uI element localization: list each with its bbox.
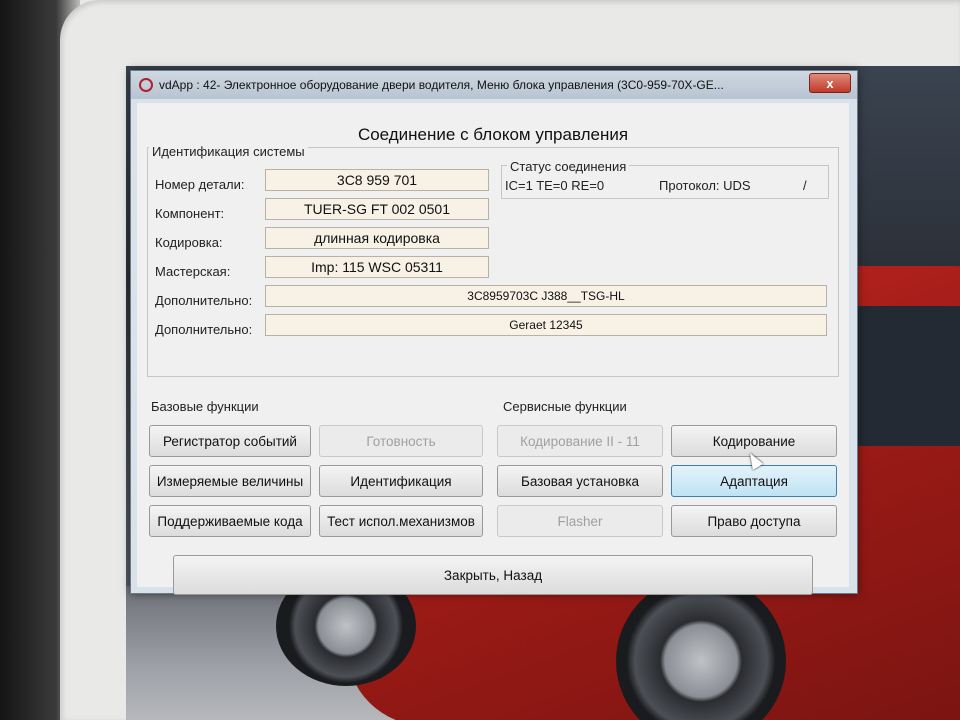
additional-label-1: Дополнительно: — [155, 293, 253, 308]
part-number-label: Номер детали: — [155, 177, 245, 192]
additional-label-2: Дополнительно: — [155, 322, 253, 337]
app-window: vdApp : 42- Электронное оборудование две… — [130, 70, 858, 595]
workshop-label: Мастерская: — [155, 264, 231, 279]
supported-codes-button[interactable]: Поддерживаемые кода — [149, 505, 311, 537]
component-label: Компонент: — [155, 206, 225, 221]
additional-value-2: Geraet 12345 — [265, 314, 827, 336]
connection-status-label: Статус соединения — [507, 159, 630, 174]
protocol-text: Протокол: UDS — [659, 178, 751, 193]
coding-label: Кодировка: — [155, 235, 223, 250]
identification-button[interactable]: Идентификация — [319, 465, 483, 497]
page-title: Соединение с блоком управления — [357, 125, 629, 144]
basic-settings-button[interactable]: Базовая установка — [497, 465, 663, 497]
close-back-button[interactable]: Закрыть, Назад — [173, 555, 813, 595]
measured-values-button[interactable]: Измеряемые величины — [149, 465, 311, 497]
flasher-button: Flasher — [497, 505, 663, 537]
coding-ii-button: Кодирование II - 11 — [497, 425, 663, 457]
window-client-area: Соединение с блоком управления Идентифик… — [137, 103, 849, 595]
basic-functions-label: Базовые функции — [151, 399, 259, 414]
connection-status-counters: IC=1 TE=0 RE=0 — [505, 178, 605, 193]
component-value: TUER-SG FT 002 0501 — [265, 198, 489, 220]
workshop-value: Imp: 115 WSC 05311 — [265, 256, 489, 278]
window-title: vdApp : 42- Электронное оборудование две… — [159, 78, 724, 92]
additional-value-1: 3C8959703C J388__TSG-HL — [265, 285, 827, 307]
status-slash: / — [803, 178, 807, 193]
app-logo-icon — [139, 78, 153, 92]
actuator-test-button[interactable]: Тест испол.механизмов — [319, 505, 483, 537]
identification-group-label: Идентификация системы — [149, 144, 308, 159]
readiness-button: Готовность — [319, 425, 483, 457]
event-log-button[interactable]: Регистратор событий — [149, 425, 311, 457]
access-rights-button[interactable]: Право доступа — [671, 505, 837, 537]
adaptation-button[interactable]: Адаптация — [671, 465, 837, 497]
coding-value: длинная кодировка — [265, 227, 489, 249]
window-titlebar[interactable]: vdApp : 42- Электронное оборудование две… — [131, 71, 857, 99]
part-number-value: 3C8 959 701 — [265, 169, 489, 191]
service-functions-label: Сервисные функции — [503, 399, 627, 414]
close-window-button[interactable]: x — [809, 73, 851, 93]
